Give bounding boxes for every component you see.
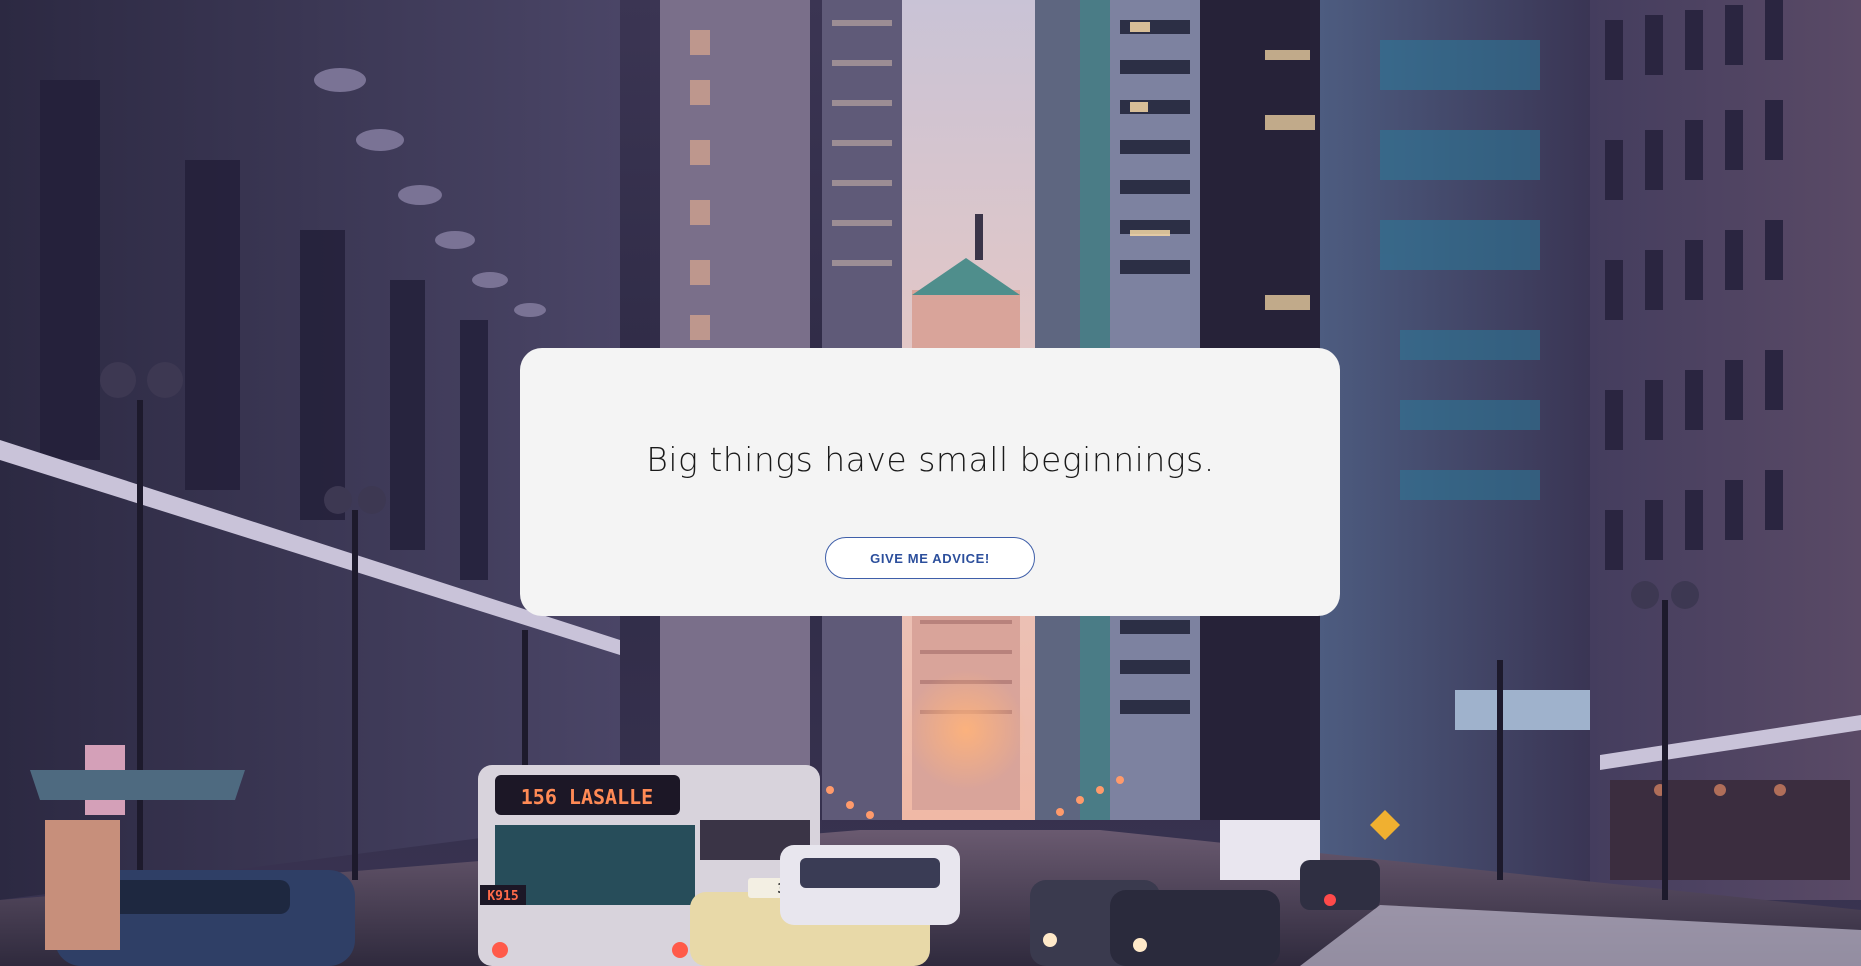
give-me-advice-button[interactable]: GIVE ME ADVICE! (825, 537, 1035, 579)
headline: Big things have small beginnings. (646, 440, 1215, 479)
city-street-background: 156 LASALLE K915 3270 Big things have sm… (0, 0, 1861, 966)
bus-number: K915 (487, 889, 518, 904)
bus-sign: 156 LASALLE (521, 785, 653, 809)
